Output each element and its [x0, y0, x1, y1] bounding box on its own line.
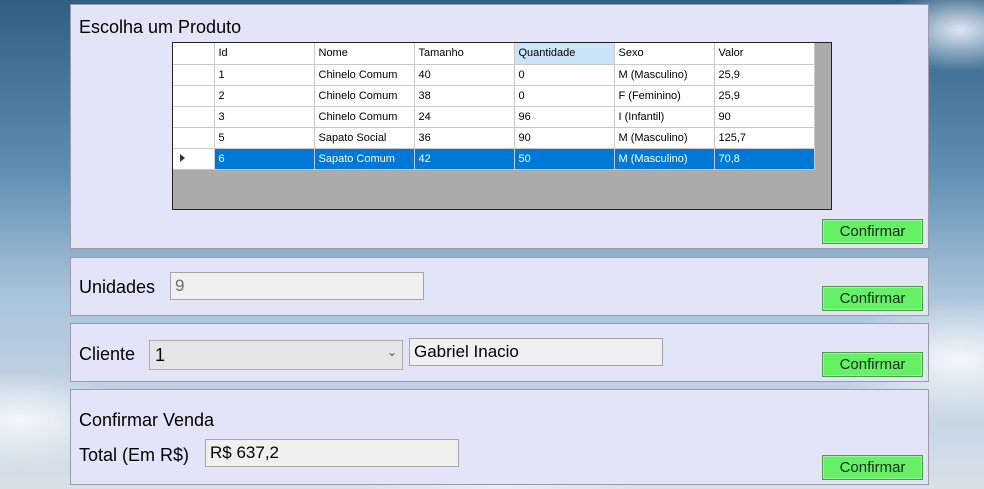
table-row[interactable]: 2 Chinelo Comum 38 0 F (Feminino) 25,9	[173, 85, 815, 107]
cell-tamanho[interactable]: 36	[414, 127, 515, 149]
row-header-corner[interactable]	[173, 43, 215, 65]
cell-tamanho[interactable]: 38	[414, 85, 515, 107]
cell-quantidade[interactable]: 90	[514, 127, 615, 149]
cell-tamanho[interactable]: 40	[414, 64, 515, 86]
row-header[interactable]	[173, 106, 215, 128]
cell-valor[interactable]: 90	[714, 106, 815, 128]
total-field: R$ 637,2	[205, 439, 459, 467]
client-select[interactable]: 1 ⌄	[149, 340, 403, 370]
cell-quantidade[interactable]: 96	[514, 106, 615, 128]
cell-valor[interactable]: 25,9	[714, 64, 815, 86]
table-header-row: Id Nome Tamanho Quantidade Sexo Valor	[173, 43, 815, 65]
cell-valor[interactable]: 25,9	[714, 85, 815, 107]
cell-sexo[interactable]: M (Masculino)	[614, 64, 715, 86]
column-header-valor[interactable]: Valor	[714, 43, 815, 65]
cell-quantidade[interactable]: 0	[514, 64, 615, 86]
row-header[interactable]	[173, 64, 215, 86]
cell-nome[interactable]: Chinelo Comum	[314, 106, 415, 128]
cell-valor[interactable]: 70,8	[714, 148, 815, 170]
cell-id[interactable]: 3	[214, 106, 315, 128]
cell-id[interactable]: 1	[214, 64, 315, 86]
cell-nome[interactable]: Chinelo Comum	[314, 64, 415, 86]
confirm-product-button[interactable]: Confirmar	[822, 219, 923, 244]
column-header-quantidade[interactable]: Quantidade	[514, 43, 615, 65]
sale-panel-title: Confirmar Venda	[79, 410, 215, 430]
row-header[interactable]	[173, 85, 215, 107]
table-row[interactable]: 1 Chinelo Comum 40 0 M (Masculino) 25,9	[173, 64, 815, 86]
total-label: Total (Em R$)	[79, 445, 190, 465]
client-name-field: Gabriel Inacio	[409, 338, 663, 366]
products-table: Id Nome Tamanho Quantidade Sexo Valor 1 …	[173, 43, 815, 170]
column-header-id[interactable]: Id	[214, 43, 315, 65]
client-label: Cliente	[79, 344, 136, 364]
units-panel: Unidades 9 Confirmar	[70, 257, 929, 316]
cell-nome[interactable]: Sapato Social	[314, 127, 415, 149]
confirm-sale-button[interactable]: Confirmar	[822, 455, 923, 480]
cell-nome[interactable]: Chinelo Comum	[314, 85, 415, 107]
sale-panel: Confirmar Venda Total (Em R$) R$ 637,2 C…	[70, 389, 929, 485]
client-select-value: 1	[155, 345, 166, 365]
cell-id[interactable]: 6	[214, 148, 315, 170]
cell-id[interactable]: 5	[214, 127, 315, 149]
column-header-nome[interactable]: Nome	[314, 43, 415, 65]
client-panel: Cliente 1 ⌄ Gabriel Inacio Confirmar	[70, 323, 929, 382]
current-row-arrow-icon	[180, 153, 185, 162]
units-input[interactable]: 9	[170, 272, 424, 300]
cell-tamanho[interactable]: 42	[414, 148, 515, 170]
row-header-current[interactable]	[173, 148, 215, 170]
cell-sexo[interactable]: M (Masculino)	[614, 127, 715, 149]
product-panel: Escolha um Produto Id Nome Tamanho Quant…	[70, 4, 929, 249]
cell-sexo[interactable]: F (Feminino)	[614, 85, 715, 107]
column-header-tamanho[interactable]: Tamanho	[414, 43, 515, 65]
table-row[interactable]: 5 Sapato Social 36 90 M (Masculino) 125,…	[173, 127, 815, 149]
product-panel-title: Escolha um Produto	[79, 17, 242, 37]
cell-id[interactable]: 2	[214, 85, 315, 107]
products-grid[interactable]: Id Nome Tamanho Quantidade Sexo Valor 1 …	[172, 42, 832, 210]
cell-nome[interactable]: Sapato Comum	[314, 148, 415, 170]
table-row[interactable]: 3 Chinelo Comum 24 96 I (Infantil) 90	[173, 106, 815, 128]
cell-tamanho[interactable]: 24	[414, 106, 515, 128]
units-label: Unidades	[79, 277, 156, 297]
table-row-selected[interactable]: 6 Sapato Comum 42 50 M (Masculino) 70,8	[173, 148, 815, 170]
chevron-down-icon: ⌄	[387, 345, 398, 359]
cell-sexo[interactable]: M (Masculino)	[614, 148, 715, 170]
cell-quantidade[interactable]: 50	[514, 148, 615, 170]
row-header[interactable]	[173, 127, 215, 149]
cell-valor[interactable]: 125,7	[714, 127, 815, 149]
cell-sexo[interactable]: I (Infantil)	[614, 106, 715, 128]
confirm-client-button[interactable]: Confirmar	[822, 352, 923, 377]
column-header-sexo[interactable]: Sexo	[614, 43, 715, 65]
confirm-units-button[interactable]: Confirmar	[822, 286, 923, 311]
cell-quantidade[interactable]: 0	[514, 85, 615, 107]
